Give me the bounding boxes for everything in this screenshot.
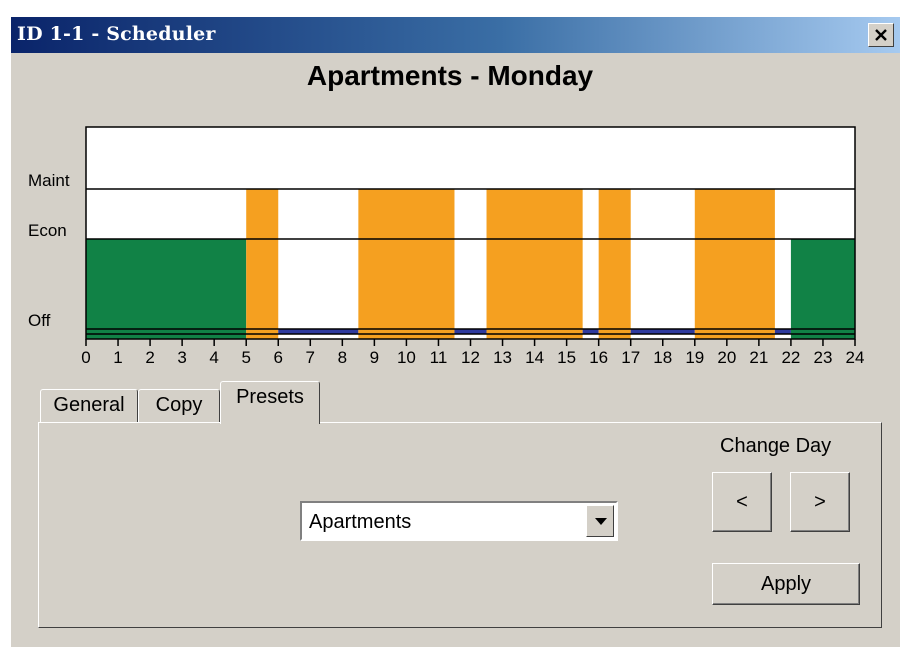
x-tick-label-13: 13 [493, 348, 512, 367]
x-tick-label-16: 16 [589, 348, 608, 367]
y-label-off: Off [28, 311, 51, 330]
x-tick-label-2: 2 [145, 348, 154, 367]
segment-econ-0 [86, 239, 247, 339]
x-tick-label-20: 20 [717, 348, 736, 367]
tab-copy-label: Copy [155, 394, 203, 416]
x-tick-label-11: 11 [430, 348, 448, 367]
previous-day-button[interactable]: < [712, 472, 772, 532]
x-tick-label-15: 15 [557, 348, 576, 367]
x-tick-label-12: 12 [461, 348, 480, 367]
x-tick-label-1: 1 [113, 348, 122, 367]
y-label-maint: Maint [28, 171, 70, 190]
x-tick-label-0: 0 [81, 348, 90, 367]
preset-select-value: Apartments [309, 511, 412, 533]
tab-presets[interactable]: Presets [220, 381, 320, 424]
x-tick-label-7: 7 [306, 348, 315, 367]
tab-general[interactable]: General [40, 389, 138, 423]
x-tick-label-8: 8 [338, 348, 347, 367]
x-tick-label-5: 5 [241, 348, 250, 367]
x-tick-label-4: 4 [209, 348, 218, 367]
next-day-button[interactable]: > [790, 472, 850, 532]
x-tick-label-22: 22 [781, 348, 800, 367]
segment-maint-7 [598, 189, 631, 339]
segment-maint-5 [486, 189, 583, 339]
x-tick-label-18: 18 [653, 348, 672, 367]
segment-maint-1 [246, 189, 279, 339]
x-tick-label-24: 24 [846, 348, 865, 367]
x-tick-label-9: 9 [370, 348, 379, 367]
x-tick-label-10: 10 [397, 348, 416, 367]
x-tick-label-3: 3 [177, 348, 186, 367]
segment-maint-3 [358, 189, 455, 339]
change-day-label: Change Day [720, 435, 832, 457]
segment-econ-11 [790, 239, 855, 339]
x-tick-label-17: 17 [621, 348, 640, 367]
x-tick-label-23: 23 [813, 348, 832, 367]
tab-presets-label: Presets [236, 386, 304, 408]
x-tick-label-14: 14 [525, 348, 544, 367]
x-tick-label-21: 21 [749, 348, 768, 367]
segment-maint-9 [694, 189, 775, 339]
chevron-down-icon[interactable] [586, 505, 614, 537]
preset-select[interactable]: Apartments [300, 501, 618, 541]
y-label-econ: Econ [28, 221, 67, 240]
tab-general-label: General [53, 394, 125, 416]
x-tick-label-6: 6 [274, 348, 283, 367]
x-tick-label-19: 19 [685, 348, 704, 367]
apply-button[interactable]: Apply [712, 563, 860, 605]
tab-copy[interactable]: Copy [138, 389, 220, 423]
